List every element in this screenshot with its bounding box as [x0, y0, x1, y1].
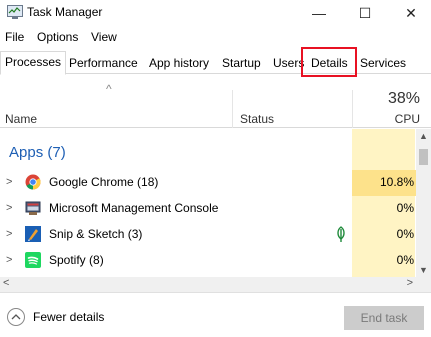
- process-name: Snip & Sketch (3): [49, 227, 143, 241]
- tab-users[interactable]: Users: [268, 52, 309, 74]
- column-divider[interactable]: [232, 90, 233, 128]
- tab-startup[interactable]: Startup: [217, 52, 266, 74]
- process-name: Google Chrome (18): [49, 175, 159, 189]
- scroll-right-icon[interactable]: >: [407, 277, 413, 289]
- menu-view[interactable]: View: [91, 30, 117, 44]
- tab-strip: Processes Performance App history Startu…: [0, 50, 431, 75]
- menu-file[interactable]: File: [5, 30, 24, 44]
- column-name[interactable]: Name: [5, 112, 37, 126]
- snip-sketch-icon: [25, 226, 41, 242]
- minimize-icon: —: [312, 5, 326, 21]
- process-name: Microsoft Management Console: [49, 201, 219, 215]
- process-row[interactable]: > Snip & Sketch (3) 0%: [0, 222, 416, 248]
- scrollbar-corner: [416, 277, 431, 292]
- process-row[interactable]: > Spotify (8) 0%: [0, 248, 416, 274]
- footer: Fewer details End task: [0, 292, 431, 337]
- process-row[interactable]: > Microsoft Management Console 0%: [0, 196, 416, 222]
- fewer-details-link[interactable]: Fewer details: [33, 310, 104, 324]
- chevron-right-icon[interactable]: >: [6, 228, 12, 240]
- tab-processes[interactable]: Processes: [0, 51, 67, 75]
- maximize-button[interactable]: ☐: [345, 0, 385, 26]
- scroll-up-icon[interactable]: ▲: [416, 131, 431, 141]
- column-header: ^ Name Status 38% CPU: [0, 78, 431, 128]
- scroll-down-icon[interactable]: ▼: [416, 265, 431, 275]
- leaf-suspended-icon: [337, 226, 345, 242]
- chrome-icon: [25, 174, 41, 190]
- column-status[interactable]: Status: [240, 112, 274, 126]
- menu-options[interactable]: Options: [37, 30, 78, 44]
- tab-services[interactable]: Services: [355, 52, 411, 74]
- vertical-scrollbar[interactable]: ▲ ▼: [416, 129, 431, 277]
- process-list: Apps (7) > Google Chrome (18) 10.8% > Mi…: [0, 129, 416, 277]
- window-title: Task Manager: [27, 5, 103, 19]
- close-button[interactable]: ✕: [391, 0, 431, 26]
- column-divider[interactable]: [352, 90, 353, 128]
- process-name: Spotify (8): [49, 253, 104, 267]
- menu-bar: File Options View: [0, 28, 431, 46]
- maximize-icon: ☐: [358, 4, 372, 21]
- chevron-right-icon[interactable]: >: [6, 202, 12, 214]
- scroll-left-icon[interactable]: <: [3, 277, 9, 289]
- title-bar: Task Manager — ☐ ✕: [0, 0, 431, 26]
- process-row[interactable]: > Google Chrome (18) 10.8%: [0, 170, 416, 196]
- process-cpu: 10.8%: [379, 175, 414, 189]
- chevron-up-glyph: [11, 314, 21, 320]
- tab-performance[interactable]: Performance: [64, 52, 143, 74]
- tab-details[interactable]: Details: [306, 52, 353, 74]
- mmc-icon: [25, 201, 41, 215]
- spotify-icon: [25, 252, 41, 268]
- sort-arrow-icon[interactable]: ^: [106, 82, 112, 96]
- cpu-total-percent[interactable]: 38%: [388, 90, 420, 108]
- process-cpu: 0%: [396, 201, 414, 215]
- chevron-right-icon[interactable]: >: [6, 176, 12, 188]
- column-cpu[interactable]: CPU: [395, 112, 420, 126]
- minimize-button[interactable]: —: [299, 0, 339, 26]
- tab-app-history[interactable]: App history: [144, 52, 214, 74]
- end-task-button[interactable]: End task: [344, 306, 424, 330]
- horizontal-scrollbar[interactable]: < >: [0, 277, 416, 292]
- group-title-apps: Apps (7): [9, 144, 66, 161]
- chevron-right-icon[interactable]: >: [6, 254, 12, 266]
- chevron-up-icon[interactable]: [7, 308, 25, 326]
- process-cpu: 0%: [396, 253, 414, 267]
- close-icon: ✕: [405, 4, 417, 21]
- task-manager-icon: [7, 5, 23, 19]
- process-cpu: 0%: [396, 227, 414, 241]
- scrollbar-thumb[interactable]: [419, 149, 428, 165]
